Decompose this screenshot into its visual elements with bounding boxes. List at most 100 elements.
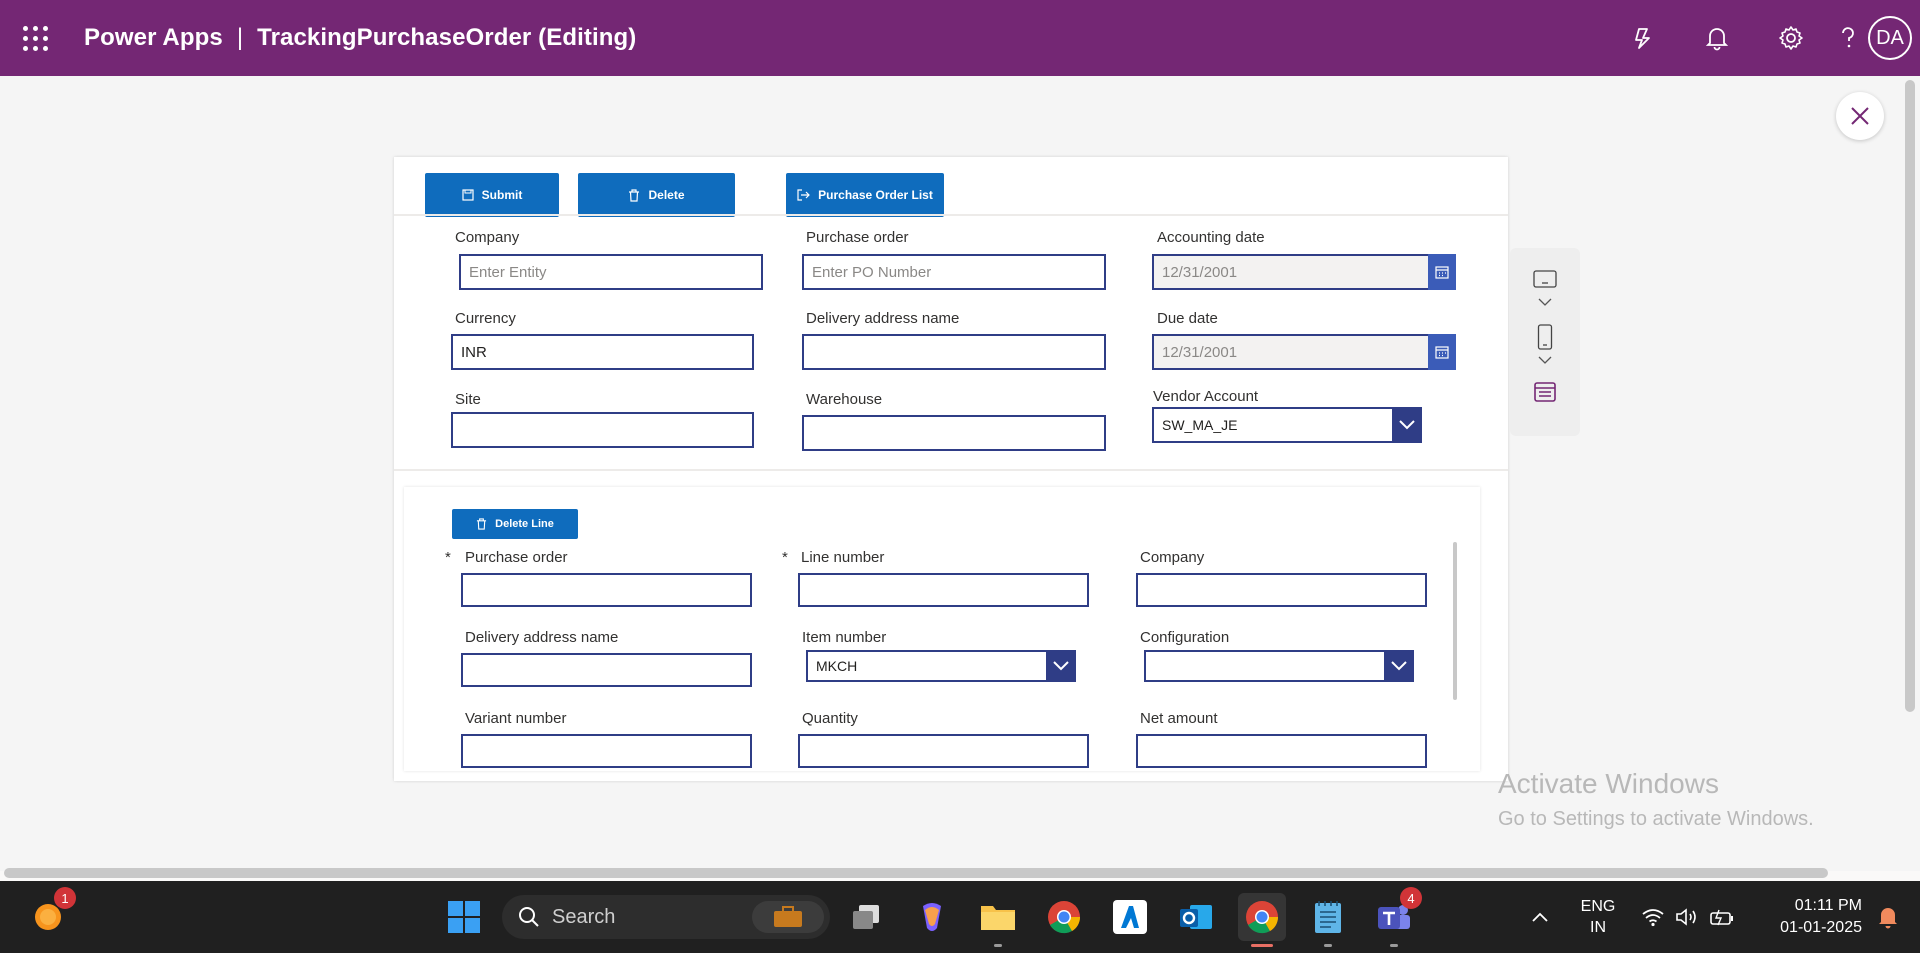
- vendor-account-dropdown[interactable]: SW_MA_JE: [1152, 407, 1422, 443]
- quantity-input[interactable]: [798, 734, 1089, 768]
- chevron-down-icon[interactable]: [1384, 650, 1414, 682]
- line-purchase-order-input[interactable]: [461, 573, 752, 607]
- line-number-input[interactable]: [798, 573, 1089, 607]
- delivery-address-name-label: Delivery address name: [806, 310, 960, 327]
- chevron-down-icon[interactable]: [1510, 298, 1580, 306]
- required-marker: *: [782, 549, 788, 566]
- phone-layout-icon[interactable]: [1510, 324, 1580, 350]
- line-delivery-address-name-input[interactable]: [461, 653, 752, 687]
- battery-icon: [1710, 909, 1733, 926]
- clock-date: 01-01-2025: [1780, 919, 1862, 936]
- start-button-icon[interactable]: [440, 893, 488, 941]
- chrome-icon[interactable]: [1040, 893, 1088, 941]
- clock[interactable]: 01:11 PM 01-01-2025: [1752, 881, 1862, 953]
- item-number-dropdown[interactable]: MKCH: [806, 650, 1076, 682]
- gallery-scrollbar[interactable]: [1453, 542, 1457, 700]
- delete-label: Delete: [648, 188, 685, 202]
- teams-icon[interactable]: 4: [1370, 887, 1422, 947]
- task-view-icon[interactable]: [843, 893, 891, 941]
- running-indicator: [994, 944, 1002, 947]
- net-amount-input[interactable]: [1136, 734, 1427, 768]
- currency-value: INR: [461, 343, 487, 361]
- calendar-icon[interactable]: [1428, 334, 1456, 370]
- line-delivery-address-name-label: Delivery address name: [465, 629, 619, 646]
- site-input[interactable]: [451, 412, 754, 448]
- calendar-icon[interactable]: [1428, 254, 1456, 290]
- accounting-date-label: Accounting date: [1157, 229, 1265, 246]
- delete-button[interactable]: Delete: [578, 173, 735, 217]
- horizontal-scrollbar[interactable]: [4, 868, 1828, 878]
- line-number-label: Line number: [801, 549, 885, 566]
- vendor-account-label: Vendor Account: [1153, 388, 1259, 405]
- notepad-icon[interactable]: [1304, 893, 1352, 947]
- chevron-down-icon[interactable]: [1392, 407, 1422, 443]
- variant-number-label: Variant number: [465, 710, 567, 727]
- notifications-bell-icon[interactable]: [1680, 0, 1754, 76]
- variant-number-input[interactable]: [461, 734, 752, 768]
- device-preview-panel: [1510, 248, 1580, 436]
- configuration-label: Configuration: [1140, 629, 1230, 646]
- purchase-order-label: Purchase order: [806, 229, 909, 246]
- copilot-app-icon[interactable]: [908, 893, 956, 941]
- accounting-date-picker[interactable]: 12/31/2001: [1152, 254, 1456, 290]
- taskbar-search[interactable]: Search: [502, 895, 830, 939]
- delivery-address-name-input[interactable]: [802, 334, 1106, 370]
- currency-input[interactable]: INR: [451, 334, 754, 370]
- purchase-order-placeholder: Enter PO Number: [812, 263, 932, 281]
- system-tray[interactable]: [1638, 881, 1738, 953]
- notification-badge: 1: [54, 887, 76, 909]
- weather-widget-icon[interactable]: 1: [24, 887, 76, 941]
- vertical-scrollbar[interactable]: [1905, 80, 1915, 712]
- active-indicator: [1251, 944, 1273, 947]
- app-title: Power Apps | TrackingPurchaseOrder (Editin…: [84, 24, 636, 52]
- app-launcher-icon[interactable]: [0, 0, 70, 76]
- language-indicator[interactable]: ENG IN: [1572, 881, 1624, 953]
- warehouse-input[interactable]: [802, 415, 1106, 451]
- delete-line-label: Delete Line: [495, 518, 554, 530]
- chrome-active-icon[interactable]: [1238, 893, 1286, 947]
- toolbar-divider: [394, 214, 1508, 216]
- settings-gear-icon[interactable]: [1754, 0, 1828, 76]
- navigate-icon: [797, 189, 810, 201]
- submit-button[interactable]: Submit: [425, 173, 559, 217]
- quantity-label: Quantity: [802, 710, 858, 727]
- file-explorer-icon[interactable]: [974, 893, 1022, 947]
- language-line1: ENG: [1580, 898, 1616, 915]
- activate-windows-subtitle: Go to Settings to activate Windows.: [1498, 808, 1814, 830]
- form-layout-icon[interactable]: [1510, 382, 1580, 402]
- submit-label: Submit: [481, 188, 523, 202]
- app-header: Power Apps | TrackingPurchaseOrder (Editin…: [0, 0, 1920, 76]
- avatar[interactable]: DA: [1868, 16, 1912, 60]
- chevron-down-icon[interactable]: [1510, 356, 1580, 364]
- search-label: Search: [552, 905, 616, 928]
- purchase-order-form: Submit Delete Purchase Order List Compan…: [394, 157, 1508, 781]
- tablet-layout-icon[interactable]: [1510, 270, 1580, 288]
- notification-bell-icon[interactable]: [1868, 881, 1908, 953]
- close-button[interactable]: [1836, 92, 1884, 140]
- site-label: Site: [455, 391, 481, 408]
- running-indicator: [1324, 944, 1332, 947]
- due-date-picker[interactable]: 12/31/2001: [1152, 334, 1456, 370]
- delete-line-button[interactable]: Delete Line: [452, 509, 578, 539]
- help-icon[interactable]: [1828, 0, 1868, 76]
- purchase-order-input[interactable]: Enter PO Number: [802, 254, 1106, 290]
- company-input[interactable]: Enter Entity: [459, 254, 763, 290]
- chevron-down-icon[interactable]: [1046, 650, 1076, 682]
- azure-icon[interactable]: [1106, 893, 1154, 941]
- net-amount-label: Net amount: [1140, 710, 1218, 727]
- wifi-icon: [1642, 909, 1664, 927]
- volume-icon: [1676, 908, 1696, 926]
- section-divider: [394, 469, 1508, 471]
- search-icon: [519, 907, 539, 927]
- line-company-input[interactable]: [1136, 573, 1427, 607]
- outlook-icon[interactable]: [1172, 893, 1220, 941]
- briefcase-icon: [752, 901, 824, 933]
- configuration-dropdown[interactable]: [1144, 650, 1414, 682]
- purchase-order-list-label: Purchase Order List: [818, 188, 933, 202]
- purchase-line-gallery: Delete Line * Purchase order * Line numb…: [404, 487, 1480, 771]
- chevron-up-icon[interactable]: [1522, 881, 1558, 953]
- purchase-order-list-button[interactable]: Purchase Order List: [786, 173, 944, 217]
- trash-icon: [629, 188, 640, 202]
- copilot-icon[interactable]: [1606, 0, 1680, 76]
- due-date-label: Due date: [1157, 310, 1218, 327]
